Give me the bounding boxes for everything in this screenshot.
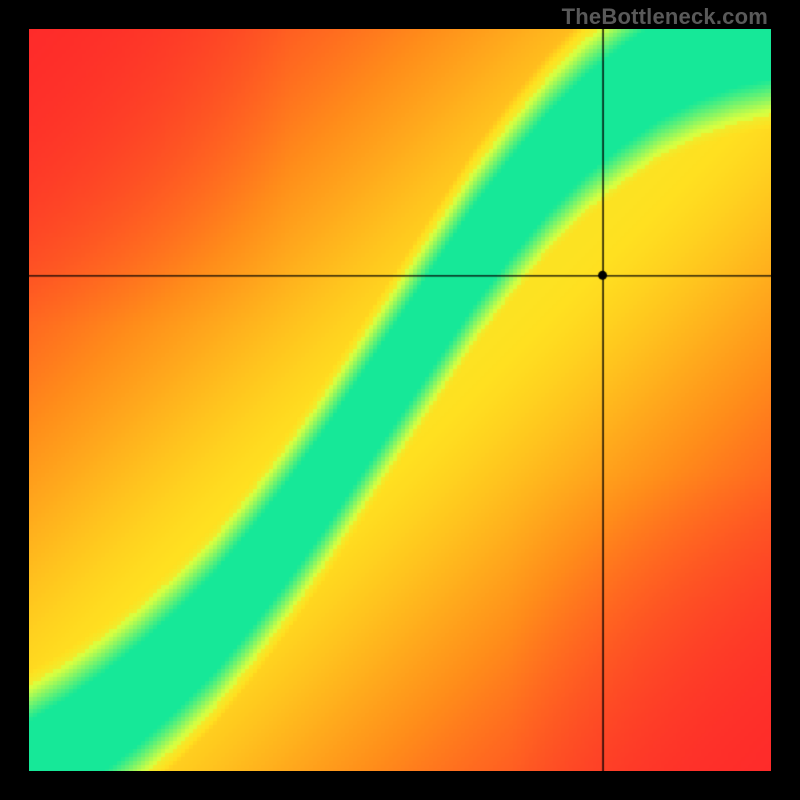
chart-frame: TheBottleneck.com	[0, 0, 800, 800]
heatmap-plot	[29, 29, 771, 771]
heatmap-canvas	[29, 29, 771, 771]
watermark-text: TheBottleneck.com	[562, 4, 768, 30]
